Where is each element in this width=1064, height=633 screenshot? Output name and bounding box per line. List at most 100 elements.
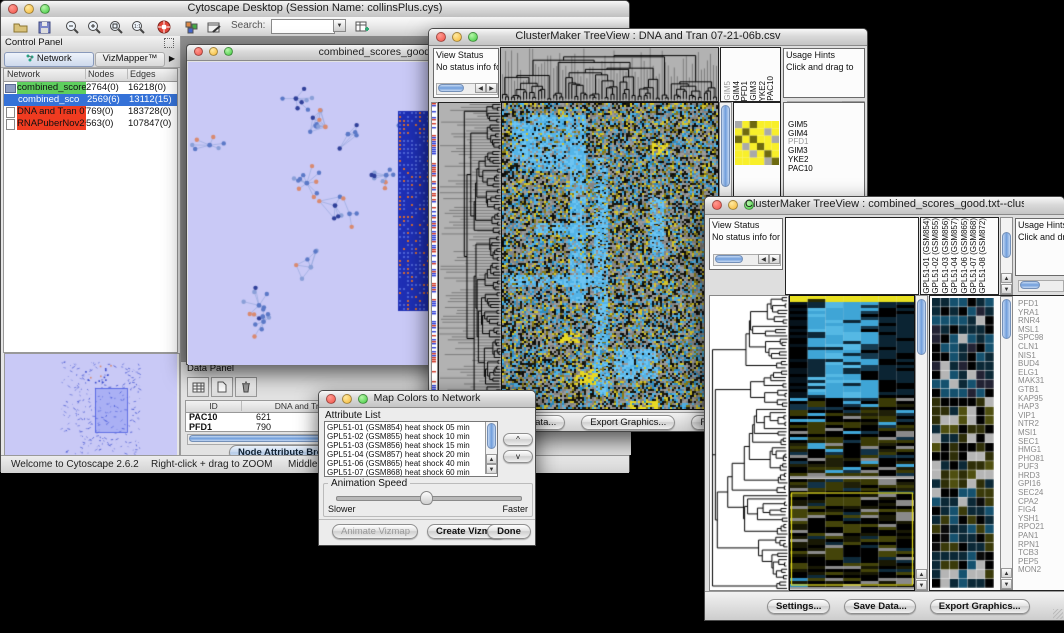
col-nodes[interactable]: Nodes <box>86 69 128 79</box>
tv1-global-heatmap[interactable] <box>501 102 719 410</box>
attribute-option[interactable]: GPL51-04 (GSM857) heat shock 20 min <box>327 450 495 459</box>
tv1-view-status-title: View Status <box>434 49 498 61</box>
network-table-row[interactable]: DNA and Tran 07769(0)183728(0) <box>4 106 177 118</box>
tv2-zoom-vscrollbar[interactable]: ▲▼ <box>1000 296 1013 590</box>
attribute-select-button[interactable] <box>187 377 209 397</box>
search-input[interactable] <box>271 19 335 34</box>
treeview1-titlebar[interactable]: ClusterMaker TreeView : DNA and Tran 07-… <box>429 29 867 46</box>
attr-row-id: PFD1 <box>186 423 242 433</box>
array-label[interactable]: GPL51-04 (GSM857) <box>951 218 960 294</box>
tv2-array-labels: GPL51-01 (GSM854)GPL51-02 (GSM855)GPL51-… <box>920 217 999 295</box>
network-overview-canvas[interactable] <box>5 354 177 459</box>
tv1-status-hscrollbar[interactable]: ◀▶ <box>436 83 498 95</box>
array-label[interactable]: GPL51-02 (GSM855) <box>932 218 941 294</box>
tab-network[interactable]: Network <box>4 52 94 67</box>
zoom-fit-button[interactable]: 1:1 <box>127 17 149 37</box>
attribute-listbox[interactable]: GPL51-01 (GSM854) heat shock 05 minGPL51… <box>324 421 498 477</box>
minimize-button[interactable] <box>209 47 218 56</box>
col-network[interactable]: Network <box>4 69 86 79</box>
tab-overflow-button[interactable]: ▶ <box>166 52 178 65</box>
attribute-option[interactable]: GPL51-01 (GSM854) heat shock 05 min <box>327 423 495 432</box>
speed-slider-thumb[interactable] <box>420 491 433 505</box>
treeview-action-button[interactable]: Save Data... <box>844 599 915 614</box>
tv1-usage-hints-title: Usage Hints <box>784 49 864 61</box>
array-label[interactable]: PAC10 <box>767 76 776 101</box>
attr-col-id[interactable]: ID <box>186 401 242 411</box>
tv2-row-dendrogram[interactable] <box>709 295 789 591</box>
animate-vizmap-button[interactable]: Animate Vizmap <box>332 524 418 539</box>
tv2-usage-hints-title: Usage Hints <box>1016 219 1064 231</box>
array-label[interactable]: GPL51-08 (GSM872) <box>979 218 988 294</box>
treeview-action-button[interactable]: Export Graphics... <box>930 599 1030 614</box>
main-titlebar[interactable]: Cytoscape Desktop (Session Name: collins… <box>1 1 629 18</box>
treeview-action-button[interactable]: Export Graphics... <box>581 415 675 430</box>
tab-vizmapper[interactable]: VizMapper™ <box>95 52 165 67</box>
move-down-button[interactable]: v <box>503 450 533 463</box>
network-nodes-count: 2569(6) <box>87 94 129 106</box>
close-button[interactable] <box>326 394 336 404</box>
tab-vizmapper-label: VizMapper™ <box>103 53 158 64</box>
svg-text:1:1: 1:1 <box>134 24 141 30</box>
attribute-option[interactable]: GPL51-02 (GSM855) heat shock 10 min <box>327 432 495 441</box>
done-button[interactable]: Done <box>487 524 531 539</box>
vizmapper-button[interactable] <box>181 17 203 37</box>
close-button[interactable] <box>436 32 446 42</box>
tv1-gene-label-list: GIM5GIM4PFD1GIM3YKE2PAC10 <box>784 103 864 173</box>
network-table-row[interactable]: combined_sco2569(6)13112(15) <box>4 94 177 106</box>
open-file-button[interactable] <box>9 17 31 37</box>
zoom-selected-button[interactable] <box>105 17 127 37</box>
dialog-titlebar[interactable]: Map Colors to Network <box>319 391 535 408</box>
tv2-column-tree-area[interactable] <box>785 217 919 295</box>
tv2-buttons: Settings... Save Data... Export Graphics..… <box>767 599 1030 614</box>
tv1-zoom-matrix-canvas[interactable] <box>735 121 779 165</box>
network-nodes-count: 2764(0) <box>86 82 128 94</box>
tv2-zoom-heatmap-canvas[interactable] <box>932 298 994 588</box>
close-button[interactable] <box>8 4 18 14</box>
move-up-button[interactable]: ^ <box>503 433 533 446</box>
tv2-hints-hscrollbar[interactable] <box>1018 280 1064 292</box>
tv1-selection-strip[interactable] <box>431 102 438 410</box>
tv1-usage-hints-text: Click and drag to <box>784 61 864 73</box>
close-button[interactable] <box>712 200 722 210</box>
minimize-button[interactable] <box>342 394 352 404</box>
minimize-button[interactable] <box>24 4 34 14</box>
gene-label[interactable]: PAC10 <box>788 165 864 174</box>
gene-label[interactable]: MON2 <box>1018 566 1044 575</box>
window-edit-icon <box>207 21 222 34</box>
attribute-option[interactable]: GPL51-03 (GSM856) heat shock 15 min <box>327 441 495 450</box>
new-attribute-button[interactable] <box>211 377 233 397</box>
delete-attribute-button[interactable] <box>235 377 257 397</box>
minimize-button[interactable] <box>452 32 462 42</box>
attribute-option[interactable]: GPL51-06 (GSM865) heat shock 40 min <box>327 459 495 468</box>
attribute-list-vscrollbar[interactable]: ▲▼ <box>485 422 497 474</box>
attribute-option[interactable]: GPL51-07 (GSM868) heat shock 60 min <box>327 468 495 477</box>
treeview2-titlebar[interactable]: ClusterMaker TreeView : combined_scores_… <box>705 197 1064 215</box>
palette-icon <box>185 21 199 34</box>
table-import-button[interactable] <box>351 17 373 37</box>
faster-label: Faster <box>502 504 528 514</box>
resize-grip[interactable] <box>1053 609 1063 619</box>
network-overview-panel[interactable] <box>4 353 180 462</box>
zoom-out-icon <box>65 20 80 34</box>
tv2-labels-vscrollbar[interactable]: ▲▼ <box>1000 217 1013 295</box>
floppy-disk-icon <box>38 21 51 34</box>
tv2-global-heatmap[interactable] <box>789 295 915 591</box>
col-edges[interactable]: Edges <box>128 69 174 79</box>
tv1-column-dendrogram[interactable] <box>500 47 719 102</box>
save-button[interactable] <box>33 17 55 37</box>
network-table-row[interactable]: combined_scores2764(0)16218(0) <box>4 82 177 94</box>
tv1-row-dendrogram[interactable] <box>438 102 502 410</box>
close-button[interactable] <box>194 47 203 56</box>
zoom-in-button[interactable] <box>83 17 105 37</box>
float-panel-icon[interactable] <box>164 38 174 48</box>
tv2-heatmap-vscrollbar[interactable]: ▲▼ <box>915 295 928 591</box>
treeview-action-button[interactable]: Settings... <box>767 599 830 614</box>
network-table-row[interactable]: RNAPuberNov2+563(0)107847(0) <box>4 118 177 130</box>
tv2-status-hscrollbar[interactable]: ◀▶ <box>713 254 781 266</box>
annotation-button[interactable] <box>203 17 225 37</box>
zoom-out-button[interactable] <box>61 17 83 37</box>
search-dropdown-arrow[interactable]: ▼ <box>333 19 346 32</box>
network-edges-count: 13112(15) <box>129 94 179 106</box>
help-button[interactable] <box>153 17 175 37</box>
minimize-button[interactable] <box>728 200 738 210</box>
